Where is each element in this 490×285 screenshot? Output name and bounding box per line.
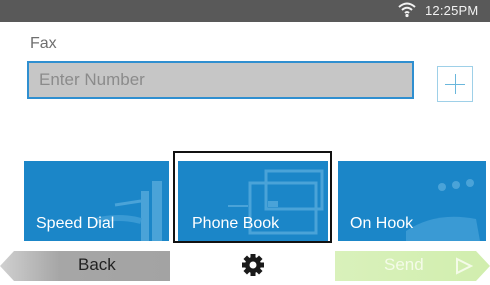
add-number-button[interactable] (437, 66, 473, 102)
settings-button[interactable] (238, 250, 268, 280)
status-time: 12:25PM (425, 3, 479, 18)
status-bar: 12:25PM (0, 0, 490, 22)
back-label: Back (78, 255, 116, 274)
on-hook-button[interactable]: On Hook (338, 161, 486, 241)
fax-number-input[interactable] (27, 61, 414, 99)
page-title: Fax (30, 35, 57, 52)
wifi-icon (398, 2, 416, 18)
on-hook-label: On Hook (350, 215, 414, 232)
send-button[interactable]: Send (335, 251, 490, 281)
phone-book-label: Phone Book (192, 215, 280, 232)
gear-icon (242, 254, 264, 276)
send-label: Send (384, 255, 424, 274)
speed-dial-label: Speed Dial (36, 215, 115, 232)
phone-book-button[interactable]: Phone Book (178, 161, 328, 241)
speed-dial-button[interactable]: Speed Dial (24, 161, 169, 241)
back-button[interactable]: Back (0, 251, 170, 281)
